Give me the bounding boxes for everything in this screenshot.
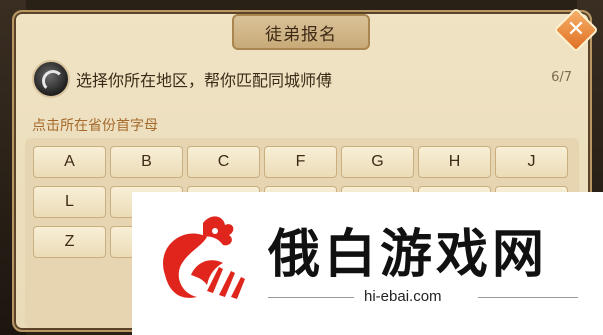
letter-key-c[interactable]: C xyxy=(187,146,260,178)
letter-key-g[interactable]: G xyxy=(341,146,414,178)
letter-key-j[interactable]: J xyxy=(495,146,568,178)
letter-key-l[interactable]: L xyxy=(33,186,106,218)
letter-key-z[interactable]: Z xyxy=(33,226,106,258)
message-row: 选择你所在地区，帮你匹配同城师傅 6/7 xyxy=(30,56,578,98)
close-button[interactable]: ✕ xyxy=(553,7,599,53)
hint-text: 点击所在省份首字母 xyxy=(32,118,158,134)
swirl-icon xyxy=(42,70,64,92)
letter-key-h[interactable]: H xyxy=(418,146,491,178)
watermark-divider-left xyxy=(268,297,354,298)
watermark-brand: 俄白游戏网 xyxy=(268,225,549,285)
close-icon: ✕ xyxy=(566,17,586,42)
dialog-title: 徒弟报名 xyxy=(232,14,370,50)
rooster-logo-icon xyxy=(163,216,245,299)
letter-key-b[interactable]: B xyxy=(110,146,183,178)
letter-key-f[interactable]: F xyxy=(264,146,337,178)
message-text: 选择你所在地区，帮你匹配同城师傅 xyxy=(76,71,333,90)
avatar xyxy=(32,60,70,98)
letter-key-a[interactable]: A xyxy=(33,146,106,178)
watermark-divider-right xyxy=(478,297,578,298)
step-counter: 6/7 xyxy=(551,70,572,85)
watermark-url: hi-ebai.com xyxy=(364,288,442,305)
